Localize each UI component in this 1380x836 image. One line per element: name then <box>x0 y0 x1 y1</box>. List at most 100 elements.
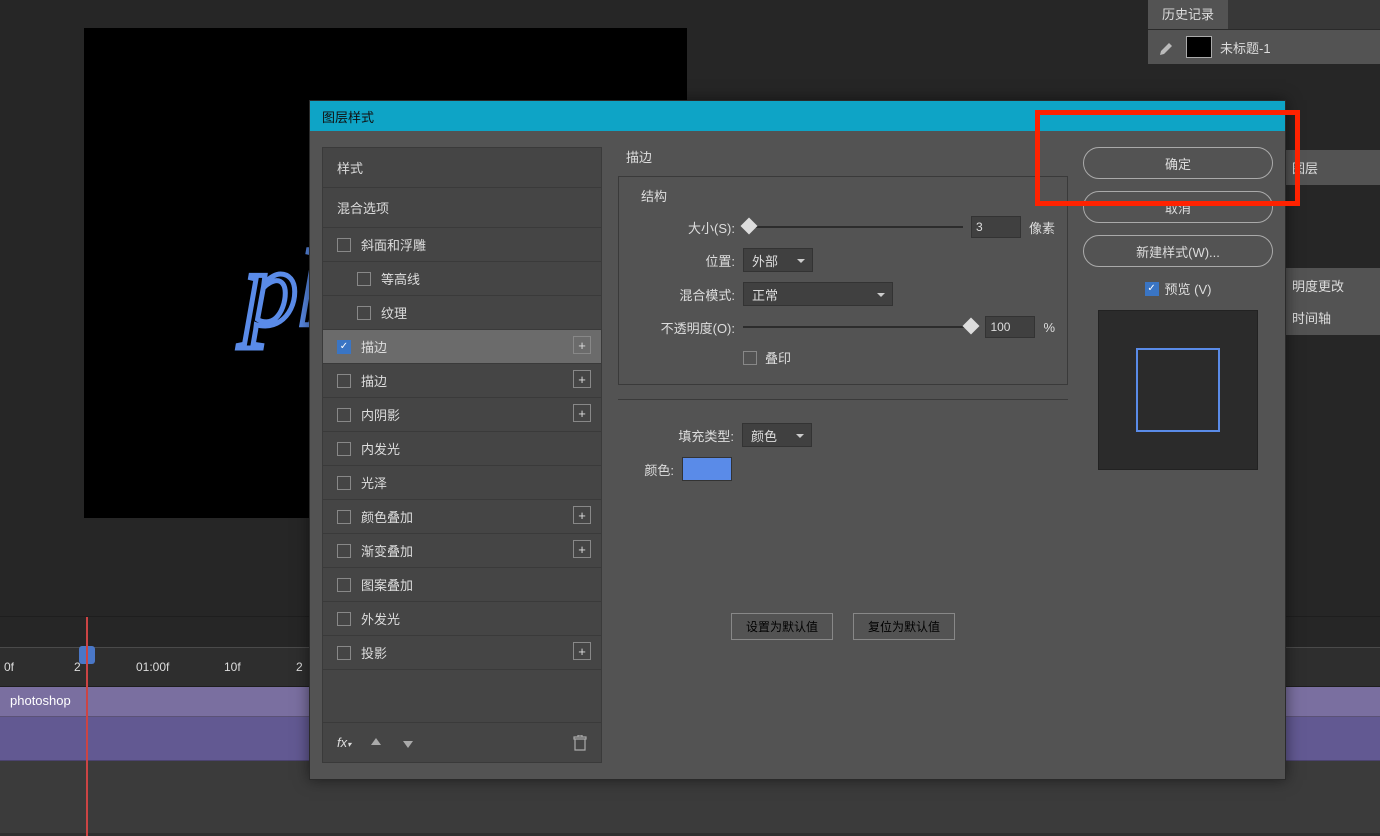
style-item-7[interactable]: 光泽 <box>323 466 601 499</box>
style-item-9[interactable]: 渐变叠加+ <box>323 534 601 567</box>
style-checkbox[interactable] <box>337 612 351 626</box>
add-effect-icon[interactable]: + <box>573 404 591 422</box>
style-checkbox[interactable] <box>337 238 351 252</box>
size-label: 大小(S): <box>631 218 735 237</box>
style-label: 图案叠加 <box>361 575 413 594</box>
color-label: 颜色: <box>630 460 674 479</box>
style-item-2[interactable]: 纹理 <box>323 296 601 329</box>
history-brush-icon <box>1158 37 1178 57</box>
style-item-3[interactable]: ✓ 描边 + <box>323 330 601 363</box>
style-checkbox[interactable] <box>337 578 351 592</box>
style-item-0[interactable]: 斜面和浮雕 <box>323 228 601 261</box>
style-label: 光泽 <box>361 473 387 492</box>
move-up-icon[interactable] <box>369 736 383 750</box>
overprint-label: 叠印 <box>765 348 791 367</box>
style-checkbox[interactable] <box>337 374 351 388</box>
style-checkbox[interactable] <box>337 510 351 524</box>
size-slider[interactable] <box>743 220 963 234</box>
add-effect-icon[interactable]: + <box>573 540 591 558</box>
style-item-4[interactable]: 描边 + <box>323 364 601 397</box>
style-label: 内阴影 <box>361 405 400 424</box>
opacity-input[interactable] <box>985 316 1035 338</box>
blendmode-value: 正常 <box>752 285 778 304</box>
stroke-color-swatch[interactable] <box>682 457 732 481</box>
style-checkbox[interactable] <box>337 476 351 490</box>
style-label: 纹理 <box>381 303 407 322</box>
style-settings-column: 描边 结构 大小(S): 像素 位置: 外部 <box>618 147 1068 763</box>
styles-list-column: 样式 混合选项 斜面和浮雕等高线纹理✓描边+描边+内阴影+内发光光泽颜色叠加+渐… <box>322 147 602 763</box>
opacity-slider[interactable] <box>743 320 977 334</box>
style-item-5[interactable]: 内阴影 + <box>323 398 601 431</box>
preview-label: 预览 (V) <box>1165 279 1212 298</box>
style-label: 颜色叠加 <box>361 507 413 526</box>
panel-stub-layers[interactable]: 图层 <box>1280 150 1380 185</box>
history-document-row[interactable]: 未标题-1 <box>1148 30 1380 64</box>
new-style-button[interactable]: 新建样式(W)... <box>1083 235 1273 267</box>
filltype-select[interactable]: 颜色 <box>742 423 812 447</box>
position-select[interactable]: 外部 <box>743 248 813 272</box>
trash-icon[interactable] <box>573 735 587 751</box>
history-panel-tabs: 历史记录 <box>1148 0 1380 30</box>
style-label: 描边 <box>361 337 387 356</box>
set-default-button[interactable]: 设置为默认值 <box>731 613 833 640</box>
blend-options-header[interactable]: 混合选项 <box>323 188 601 227</box>
style-label: 等高线 <box>381 269 420 288</box>
blendmode-select[interactable]: 正常 <box>743 282 893 306</box>
style-label: 内发光 <box>361 439 400 458</box>
blendmode-label: 混合模式: <box>631 285 735 304</box>
ruler-mark: 10f <box>224 660 241 674</box>
style-item-10[interactable]: 图案叠加 <box>323 568 601 601</box>
position-label: 位置: <box>631 251 735 270</box>
style-checkbox[interactable] <box>337 408 351 422</box>
overprint-checkbox[interactable] <box>743 351 757 365</box>
size-input[interactable] <box>971 216 1021 238</box>
style-item-11[interactable]: 外发光 <box>323 602 601 635</box>
row-defaults: 设置为默认值 复位为默认值 <box>618 608 1068 645</box>
style-item-12[interactable]: 投影+ <box>323 636 601 669</box>
style-checkbox[interactable] <box>357 272 371 286</box>
filltype-value: 颜色 <box>751 426 777 445</box>
panel-stub-brightness[interactable]: 明度更改 <box>1280 268 1380 303</box>
style-label: 斜面和浮雕 <box>361 235 426 254</box>
style-label: 描边 <box>361 371 387 390</box>
style-item-6[interactable]: 内发光 <box>323 432 601 465</box>
structure-fieldset: 结构 大小(S): 像素 位置: 外部 <box>618 176 1068 385</box>
add-effect-icon[interactable]: + <box>573 370 591 388</box>
fx-icon[interactable]: fx▾ <box>337 735 351 750</box>
layer-style-dialog: 图层样式 样式 混合选项 斜面和浮雕等高线纹理✓描边+描边+内阴影+内发光光泽颜… <box>309 100 1286 780</box>
style-checkbox[interactable] <box>337 442 351 456</box>
styles-header[interactable]: 样式 <box>323 148 601 187</box>
row-color: 颜色: <box>630 452 1056 486</box>
opacity-unit: % <box>1043 320 1055 335</box>
row-blendmode: 混合模式: 正常 <box>631 277 1055 311</box>
history-doc-name: 未标题-1 <box>1220 38 1271 57</box>
ruler-mark: 01:00f <box>136 660 169 674</box>
add-effect-icon[interactable]: + <box>573 336 591 354</box>
position-value: 外部 <box>752 251 778 270</box>
style-label: 外发光 <box>361 609 400 628</box>
tab-history[interactable]: 历史记录 <box>1148 0 1228 29</box>
add-effect-icon[interactable]: + <box>573 642 591 660</box>
preview-checkbox[interactable]: ✓ <box>1145 282 1159 296</box>
ruler-mark: 0f <box>4 660 14 674</box>
style-checkbox[interactable] <box>357 306 371 320</box>
style-checkbox[interactable] <box>337 544 351 558</box>
reset-default-button[interactable]: 复位为默认值 <box>853 613 955 640</box>
style-checkbox[interactable] <box>337 646 351 660</box>
add-effect-icon[interactable]: + <box>573 506 591 524</box>
panel-stub-timeline[interactable]: 时间轴 <box>1280 300 1380 335</box>
fill-fieldset: 填充类型: 颜色 颜色: <box>618 399 1068 498</box>
dialog-titlebar[interactable]: 图层样式 <box>310 101 1285 131</box>
style-item-8[interactable]: 颜色叠加 + <box>323 500 601 533</box>
row-opacity: 不透明度(O): % <box>631 311 1055 343</box>
styles-footer: fx▾ <box>323 722 601 762</box>
size-unit: 像素 <box>1029 218 1055 237</box>
move-down-icon[interactable] <box>401 736 415 750</box>
style-checkbox[interactable]: ✓ <box>337 340 351 354</box>
dialog-actions-column: 确定 取消 新建样式(W)... ✓ 预览 (V) <box>1083 147 1273 470</box>
preview-swatch <box>1136 348 1220 432</box>
style-item-1[interactable]: 等高线 <box>323 262 601 295</box>
row-position: 位置: 外部 <box>631 243 1055 277</box>
cancel-button[interactable]: 取消 <box>1083 191 1273 223</box>
ok-button[interactable]: 确定 <box>1083 147 1273 179</box>
